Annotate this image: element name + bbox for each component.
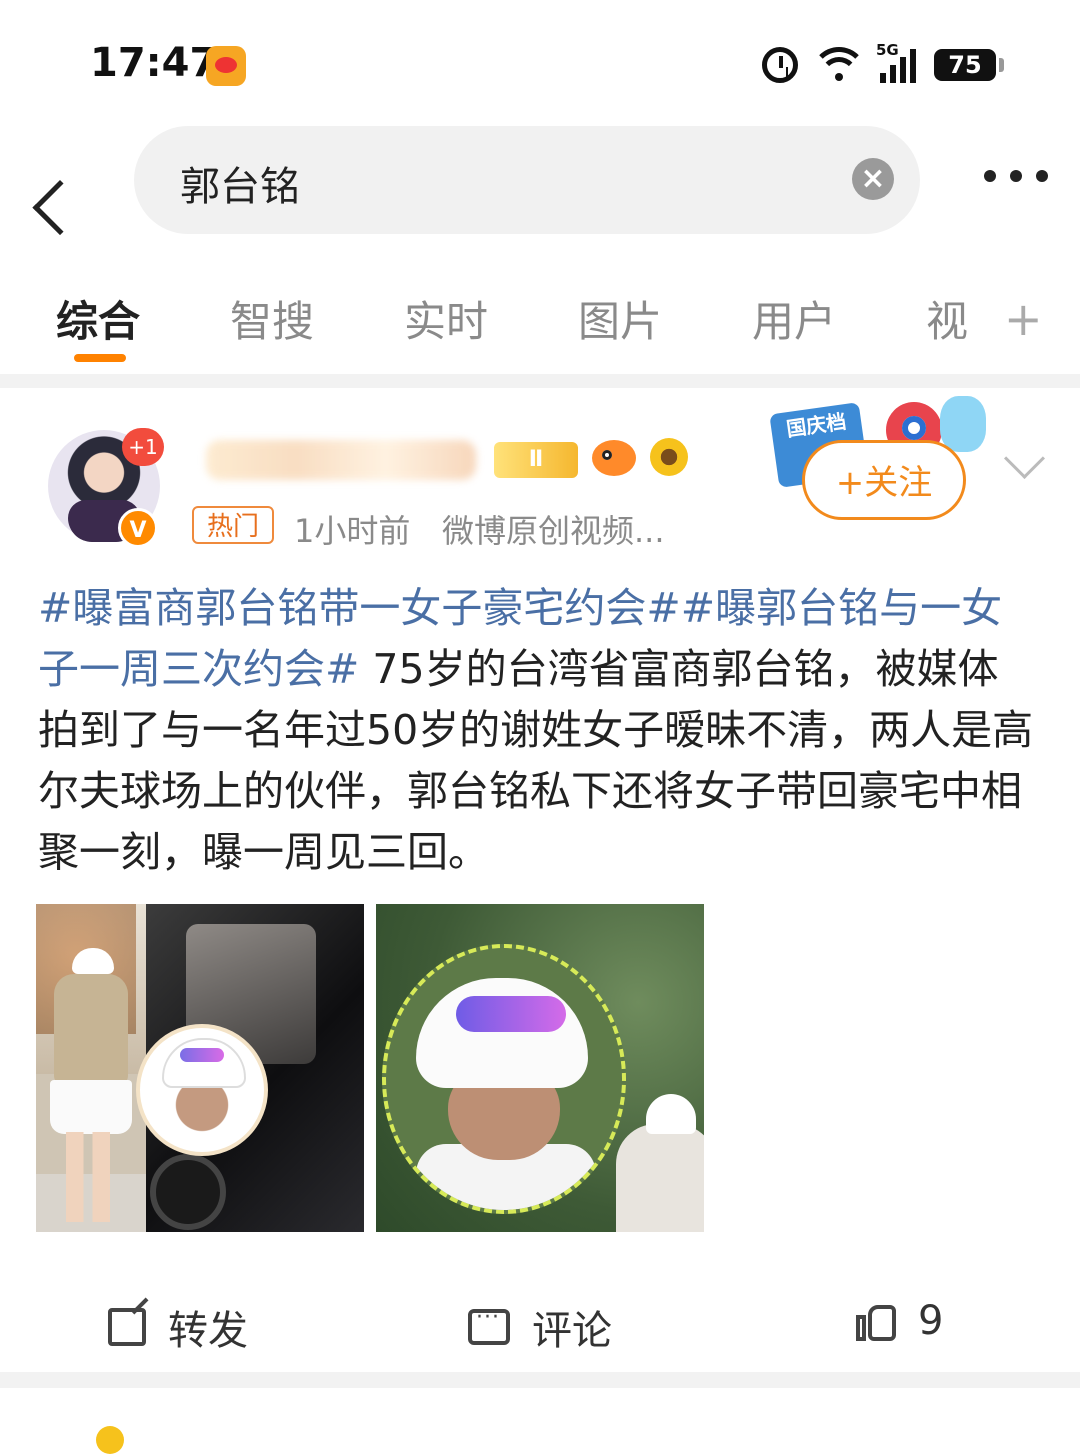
weibo-app-icon (206, 46, 246, 86)
tab-comprehensive[interactable]: 综合 (56, 288, 140, 349)
status-bar: 17:47 5G 75 (0, 0, 1080, 120)
post-body: #曝富商郭台铭带一女子豪宅约会##曝郭台铭与一女子一周三次约会# 75岁的台湾省… (38, 578, 1038, 883)
repost-label: 转发 (168, 1308, 248, 1354)
tab-users[interactable]: 用户 (752, 288, 836, 349)
battery-icon: 75 (934, 49, 1004, 81)
comment-label: 评论 (532, 1308, 612, 1354)
avatar-badge: +1 (122, 428, 164, 466)
hashtag-link[interactable]: #曝富商郭台铭带一女子豪宅约会# (38, 584, 681, 632)
tab-images[interactable]: 图片 (578, 288, 662, 349)
follow-button[interactable]: +关注 (802, 440, 966, 520)
network-type: 5G (876, 41, 899, 59)
post-actions: 转发 评论 9 (0, 1290, 1080, 1360)
username-blurred[interactable] (206, 440, 476, 480)
close-icon[interactable]: × (852, 158, 894, 200)
like-button[interactable]: 9 (856, 1298, 943, 1344)
section-divider (0, 1372, 1080, 1388)
sunflower-emoji-icon (650, 438, 688, 476)
chevron-down-icon[interactable] (1003, 437, 1046, 480)
robot-mascot-icon (940, 396, 986, 452)
thumbs-up-icon (856, 1301, 896, 1341)
wifi-icon (816, 47, 862, 83)
post-time: 1小时前 (294, 512, 411, 550)
alarm-icon (762, 47, 798, 83)
section-divider (0, 374, 1080, 388)
highlight-circle (382, 944, 626, 1214)
repost-button[interactable]: 转发 (108, 1298, 248, 1356)
tab-smart-search[interactable]: 智搜 (230, 288, 314, 349)
post-image-2[interactable] (376, 904, 704, 1232)
highlight-circle (136, 1024, 268, 1156)
add-tab-icon[interactable]: + (1004, 292, 1043, 346)
post-source: 微博原创视频... (442, 512, 665, 550)
fish-emoji-icon (592, 440, 636, 476)
status-icons: 5G 75 (762, 41, 1004, 88)
next-post-avatar[interactable] (96, 1426, 124, 1454)
like-count: 9 (918, 1298, 944, 1344)
active-tab-indicator (74, 354, 126, 362)
search-query: 郭台铭 (180, 164, 300, 210)
tab-bar: 综合 智搜 实时 图片 用户 视 + (0, 270, 1080, 370)
comment-button[interactable]: 评论 (468, 1298, 612, 1356)
comment-icon (468, 1305, 510, 1345)
vip-level-icon: Ⅱ (494, 442, 578, 478)
tab-realtime[interactable]: 实时 (404, 288, 488, 349)
signal-icon: 5G (876, 41, 916, 83)
repost-icon (108, 1308, 146, 1346)
back-arrow-icon[interactable] (40, 150, 100, 210)
hot-tag: 热门 (192, 506, 274, 544)
tab-video[interactable]: 视 (926, 288, 968, 349)
verified-icon: V (118, 508, 158, 548)
post-image-1[interactable] (36, 904, 364, 1232)
search-input[interactable]: 郭台铭 (134, 126, 920, 234)
status-time: 17:47 (90, 40, 218, 86)
more-icon[interactable] (984, 170, 1048, 182)
